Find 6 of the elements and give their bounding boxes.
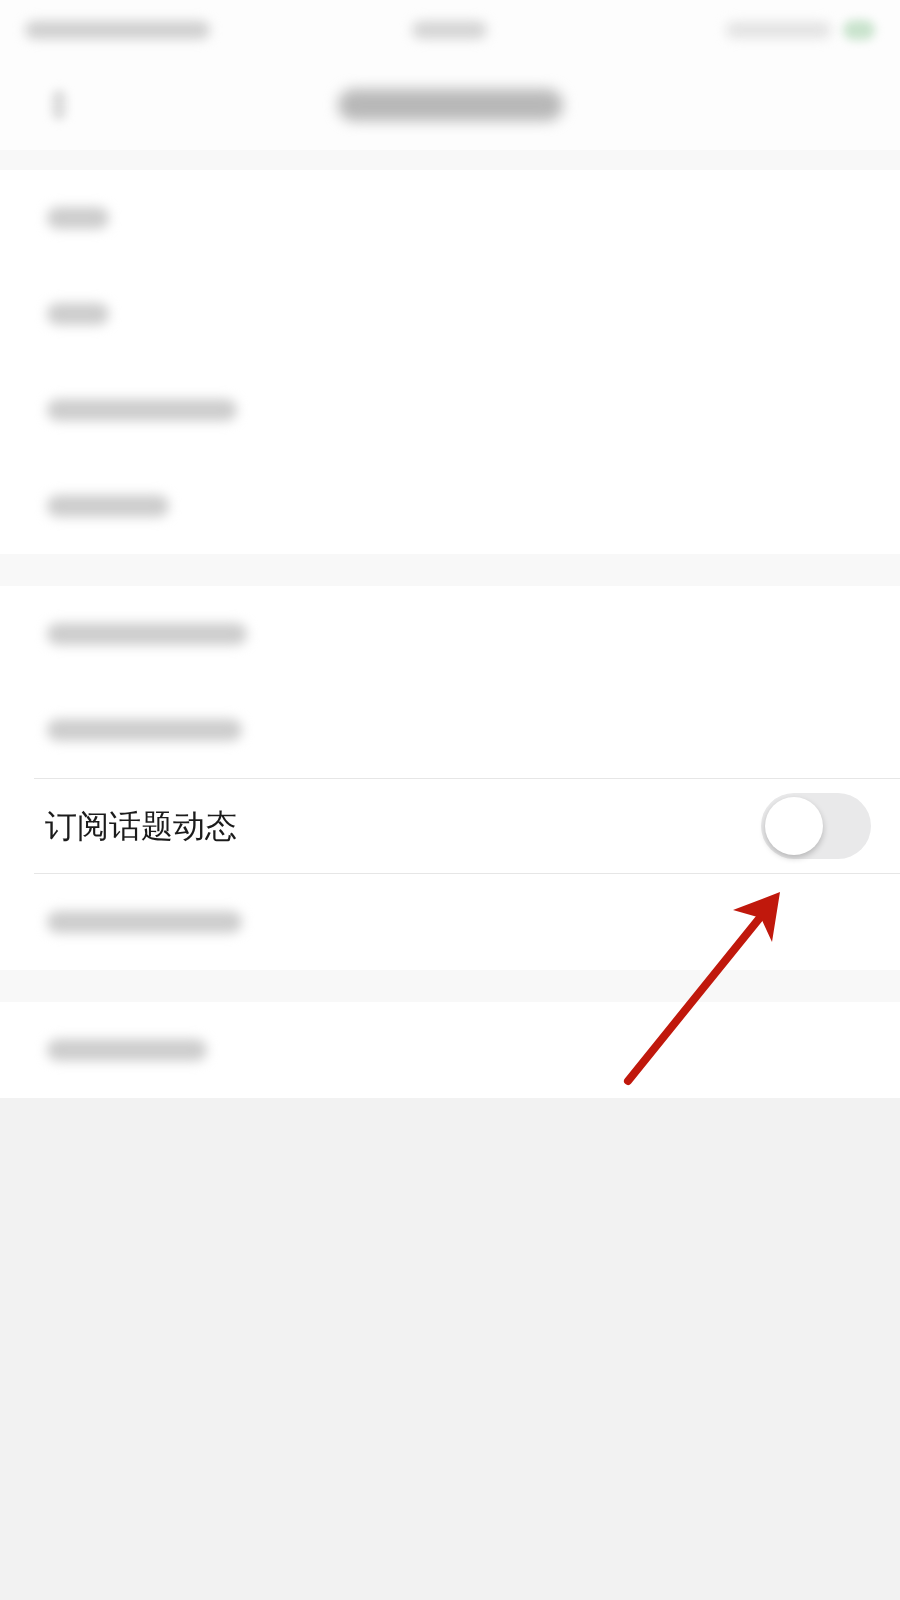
blurred-text xyxy=(47,207,109,229)
toggle-switch[interactable] xyxy=(761,793,871,859)
blurred-battery-icon xyxy=(843,20,875,40)
setting-label: 订阅话题动态 xyxy=(45,807,237,846)
blurred-icon[interactable] xyxy=(52,90,66,120)
blurred-text xyxy=(47,303,109,325)
